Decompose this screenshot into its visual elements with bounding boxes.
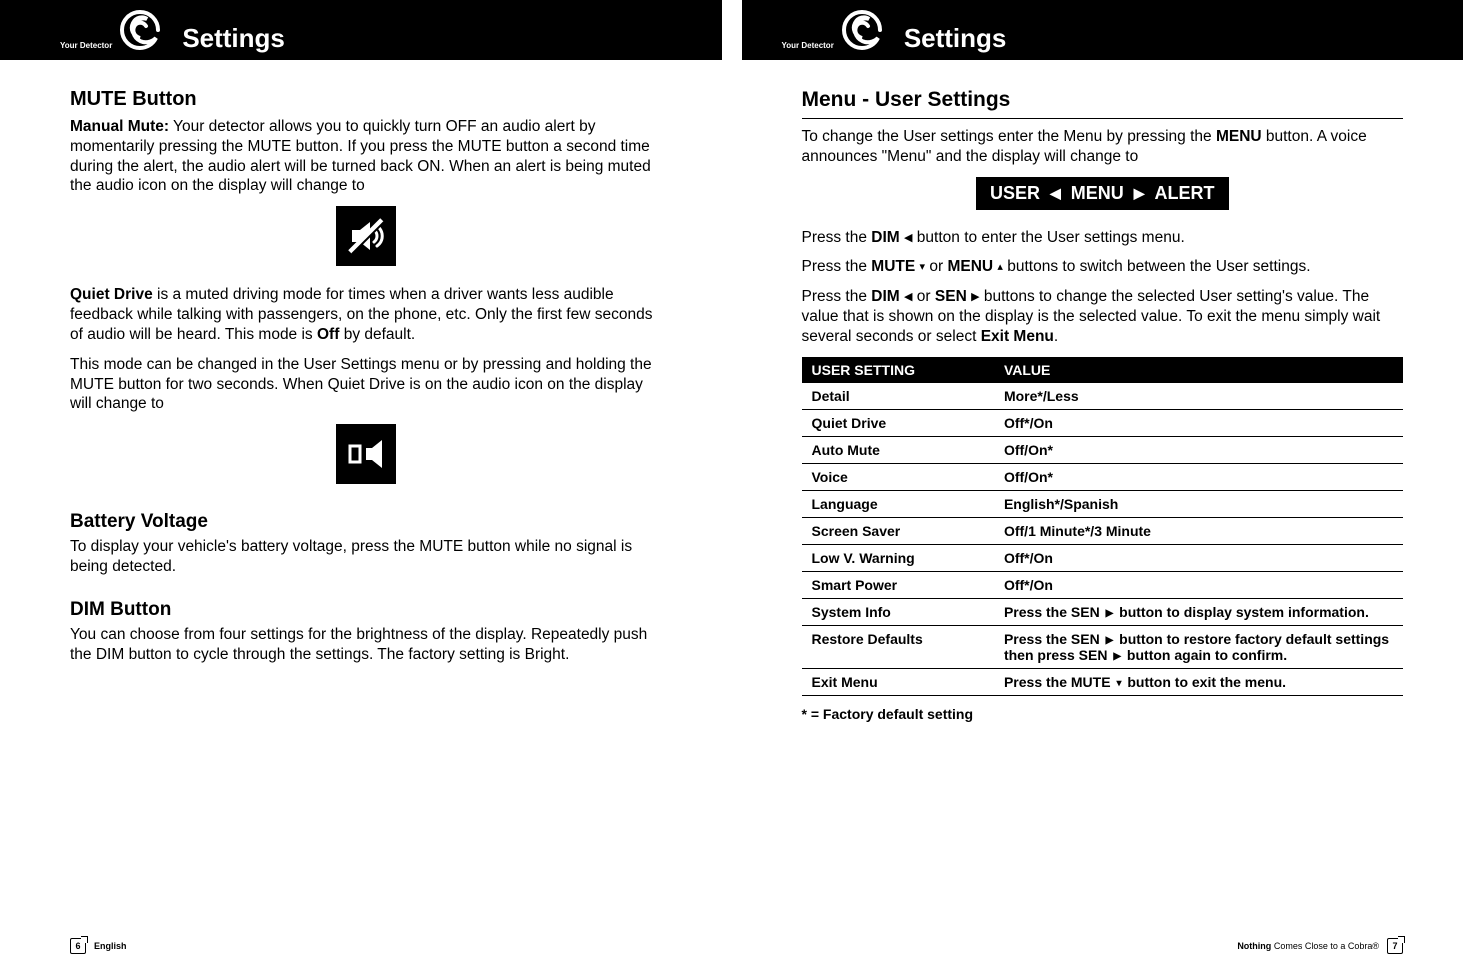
table-row: Smart PowerOff*/On — [802, 571, 1404, 598]
th-user-setting: USER SETTING — [802, 357, 994, 383]
table-row: DetailMore*/Less — [802, 383, 1404, 410]
user-settings-table: USER SETTING VALUE DetailMore*/Less Quie… — [802, 357, 1404, 696]
left-footer: 6 English — [70, 938, 127, 954]
header-bar: Your Detector Settings — [0, 0, 722, 60]
table-row: System Info Press the SEN ▶ button to di… — [802, 598, 1404, 625]
right-page: Your Detector Settings Menu - User Setti… — [732, 0, 1463, 976]
table-row: Screen SaverOff/1 Minute*/3 Minute — [802, 517, 1404, 544]
manual-mute-label: Manual Mute: — [70, 118, 169, 135]
menu-intro-paragraph: To change the User settings enter the Me… — [802, 127, 1404, 167]
table-row: VoiceOff/On* — [802, 463, 1404, 490]
dim-button-paragraph: You can choose from four settings for th… — [70, 625, 662, 665]
table-row: Auto MuteOff/On* — [802, 436, 1404, 463]
page-number-box: 7 — [1387, 938, 1403, 954]
quiet-drive-paragraph-2: This mode can be changed in the User Set… — [70, 355, 662, 414]
triangle-right-icon: ▶ — [1113, 651, 1121, 662]
factory-default-footnote: * = Factory default setting — [802, 706, 1404, 722]
swirl-icon — [838, 6, 886, 54]
manual-mute-paragraph: Manual Mute: Your detector allows you to… — [70, 117, 662, 196]
quiet-speaker-icon — [336, 424, 396, 484]
logo-label: Your Detector — [782, 41, 834, 50]
display-alert: ALERT — [1155, 183, 1215, 204]
press-dim-sen-paragraph: Press the DIM ◀ or SEN ▶ buttons to chan… — [802, 287, 1404, 346]
section-title: Settings — [182, 23, 285, 54]
mute-button-heading: MUTE Button — [70, 88, 662, 111]
triangle-left-icon: ◀ — [1050, 185, 1061, 202]
triangle-right-icon: ▶ — [1106, 608, 1114, 619]
section-title: Settings — [904, 23, 1007, 54]
swirl-icon — [116, 6, 164, 54]
footer-language: English — [94, 941, 127, 951]
menu-user-settings-heading: Menu - User Settings — [802, 88, 1404, 112]
dim-button-heading: DIM Button — [70, 599, 662, 621]
table-row: LanguageEnglish*/Spanish — [802, 490, 1404, 517]
menu-display: USER ◀ MENU ▶ ALERT — [976, 177, 1229, 210]
press-mute-menu-paragraph: Press the MUTE ▾ or MENU ▴ buttons to sw… — [802, 257, 1404, 277]
right-content: Menu - User Settings To change the User … — [742, 60, 1463, 722]
quiet-drive-paragraph-1: Quiet Drive is a muted driving mode for … — [70, 285, 662, 344]
display-menu: MENU — [1071, 183, 1124, 204]
display-user: USER — [990, 183, 1040, 204]
table-row: Low V. WarningOff*/On — [802, 544, 1404, 571]
logo-block: Your Detector Settings — [60, 6, 285, 54]
quiet-icon-row — [70, 424, 662, 489]
triangle-right-icon: ▶ — [1106, 635, 1114, 646]
quiet-drive-label: Quiet Drive — [70, 286, 153, 303]
right-footer: Nothing Comes Close to a Cobra® 7 — [1237, 938, 1403, 954]
muted-icon-row — [70, 206, 662, 271]
table-row: Quiet DriveOff*/On — [802, 409, 1404, 436]
triangle-down-icon: ▾ — [1116, 678, 1121, 689]
muted-speaker-icon — [336, 206, 396, 266]
battery-voltage-paragraph: To display your vehicle's battery voltag… — [70, 537, 662, 577]
footer-tagline: Nothing Comes Close to a Cobra® — [1237, 941, 1379, 951]
left-page: Your Detector Settings MUTE Button Manua… — [0, 0, 732, 976]
heading-rule — [802, 118, 1404, 119]
battery-voltage-heading: Battery Voltage — [70, 511, 662, 533]
menu-display-wrap: USER ◀ MENU ▶ ALERT — [802, 177, 1404, 210]
table-row: Restore Defaults Press the SEN ▶ button … — [802, 625, 1404, 668]
th-value: VALUE — [994, 357, 1403, 383]
press-dim-paragraph: Press the DIM ◀ button to enter the User… — [802, 228, 1404, 248]
header-bar: Your Detector Settings — [742, 0, 1463, 60]
triangle-right-icon: ▶ — [1134, 185, 1145, 202]
triangle-right-icon: ▶ — [971, 290, 979, 304]
page-number-box: 6 — [70, 938, 86, 954]
logo-label: Your Detector — [60, 41, 112, 50]
left-content: MUTE Button Manual Mute: Your detector a… — [0, 60, 722, 665]
table-row: Exit Menu Press the MUTE ▾ button to exi… — [802, 668, 1404, 695]
logo-block: Your Detector Settings — [782, 6, 1007, 54]
